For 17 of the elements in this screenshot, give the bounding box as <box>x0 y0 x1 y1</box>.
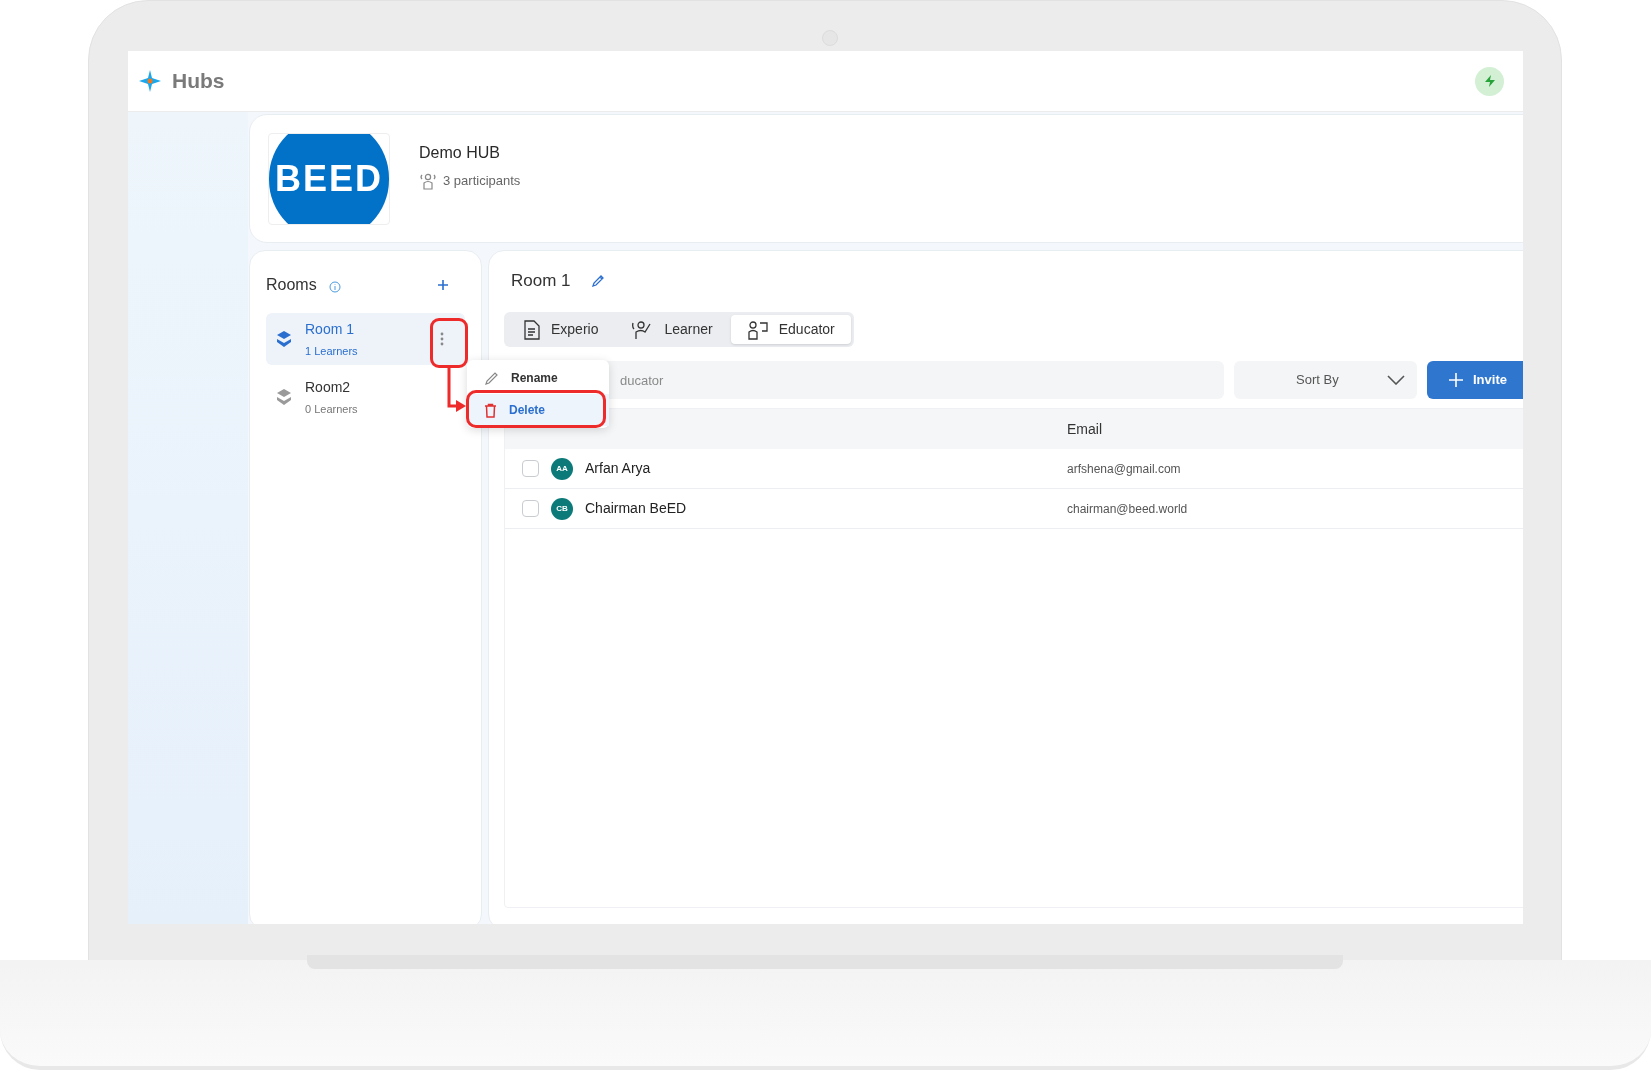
room-title: Room 1 <box>511 270 571 293</box>
room-name: Room2 <box>305 377 352 397</box>
rooms-title: Rooms <box>266 275 317 295</box>
room-name: Room 1 <box>305 319 356 339</box>
logo-text: BEED <box>275 157 383 201</box>
participants-count: 3 participants <box>443 172 521 190</box>
column-header: Email <box>1067 419 1102 439</box>
email-cell-text: arfshena@gmail.com <box>1067 460 1181 478</box>
learners-count: 0 Learners <box>305 401 358 417</box>
learner-name: Arfan Arya <box>585 459 651 478</box>
hub-name: Demo HUB <box>419 143 501 163</box>
email-cell-text: chairman@beed.world <box>1067 500 1188 518</box>
learner-name: Chairman BeED <box>585 499 687 518</box>
learners-count: 1 Learners <box>305 343 358 359</box>
avatar: AA <box>551 457 573 480</box>
app-title: Hubs <box>172 68 225 95</box>
avatar: CB <box>551 497 573 520</box>
